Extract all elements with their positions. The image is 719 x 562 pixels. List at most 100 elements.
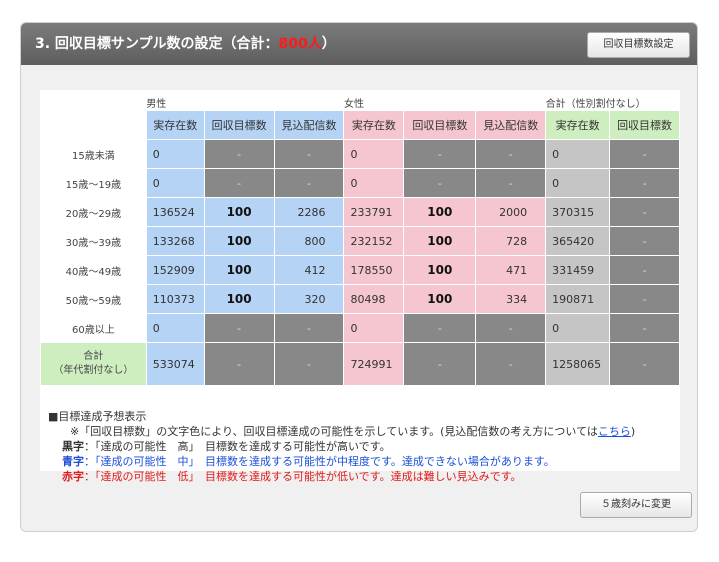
total-cell: - bbox=[475, 342, 547, 386]
row-label: 20歳～29歳 bbox=[40, 197, 147, 227]
title-suffix: ） bbox=[321, 36, 336, 52]
table-cell: 0 bbox=[145, 139, 205, 169]
table-cell: - bbox=[203, 313, 275, 343]
table-cell: 233791 bbox=[343, 197, 405, 227]
table-cell: - bbox=[609, 139, 680, 169]
table-row: 20歳～29歳 136524 100 2286 233791 100 2000 370315- bbox=[40, 197, 680, 227]
table-cell: 100 bbox=[203, 255, 275, 285]
table-cell: 0 bbox=[145, 313, 205, 343]
table-cell: - bbox=[203, 168, 275, 198]
notes-heading: ■目標達成予想表示 bbox=[48, 410, 147, 423]
table-cell: - bbox=[609, 255, 680, 285]
table-cell: - bbox=[273, 168, 345, 198]
table-cell: 412 bbox=[273, 255, 345, 285]
table-cell: 0 bbox=[145, 168, 205, 198]
table-cell: - bbox=[273, 139, 345, 169]
col-header: 回収目標数 bbox=[403, 110, 477, 140]
col-header: 回収目標数 bbox=[609, 110, 680, 140]
row-label: 50歳～59歳 bbox=[40, 284, 147, 314]
col-header: 実存在数 bbox=[343, 110, 405, 140]
table-row: 30歳～39歳 133268 100 800 232152 100 728 365420- bbox=[40, 226, 680, 256]
corner-cell bbox=[41, 90, 147, 111]
table-cell: 100 bbox=[403, 197, 477, 227]
explain-link[interactable]: こちら bbox=[598, 425, 631, 438]
table-cell: 0 bbox=[343, 139, 405, 169]
notes-explain: ※「回収目標数」の文字色により、回収目標達成の可能性を示しています。(見込配信数… bbox=[48, 424, 697, 439]
table-cell: 320 bbox=[273, 284, 345, 314]
black-key: 黒字 bbox=[62, 440, 84, 453]
table-cell: - bbox=[273, 313, 345, 343]
note-black: 黒字：「達成の可能性 高」 目標数を達成する可能性が高いです。 bbox=[48, 439, 697, 454]
red-text: ：「達成の可能性 低」 目標数を達成する可能性が低いです。達成は難しい見込みです… bbox=[84, 470, 522, 483]
total-label: 合計 （年代割付なし） bbox=[40, 342, 147, 386]
table-row: 15歳未満 0- -0- -0- bbox=[40, 139, 680, 169]
table-cell: 800 bbox=[273, 226, 345, 256]
group-total: 合計（性別割付なし） bbox=[545, 99, 646, 110]
col-header: 見込配信数 bbox=[475, 110, 547, 140]
total-cell: 724991 bbox=[343, 342, 405, 386]
table-cell: 2000 bbox=[475, 197, 547, 227]
table-cell: 100 bbox=[203, 197, 275, 227]
corner-cell-2 bbox=[40, 110, 147, 140]
panel-header: 3. 回収目標サンプル数の設定（合計：800人） 回収目標数設定 bbox=[21, 23, 697, 65]
table-cell: - bbox=[475, 168, 547, 198]
row-label: 15歳～19歳 bbox=[40, 168, 147, 198]
table-cell: 133268 bbox=[145, 226, 205, 256]
table-cell: 178550 bbox=[343, 255, 405, 285]
total-cell: 1258065 bbox=[545, 342, 611, 386]
table-cell: - bbox=[403, 139, 477, 169]
group-female: 女性 bbox=[343, 99, 364, 110]
row-label: 60歳以上 bbox=[40, 313, 147, 343]
total-row: 合計 （年代割付なし） 533074- -724991- -1258065- bbox=[40, 342, 680, 386]
table-cell: 0 bbox=[545, 313, 611, 343]
title-prefix: 3. 回収目標サンプル数の設定（合計： bbox=[35, 36, 279, 52]
total-cell: - bbox=[609, 342, 680, 386]
table-body: 15歳未満 0- -0- -0-15歳～19歳 0- -0- -0-20歳～29歳 13652… bbox=[40, 139, 680, 386]
table-cell: 334 bbox=[475, 284, 547, 314]
table-cell: - bbox=[203, 139, 275, 169]
table-cell: - bbox=[609, 168, 680, 198]
table-cell: - bbox=[403, 168, 477, 198]
total-cell: - bbox=[273, 342, 345, 386]
table-cell: - bbox=[609, 226, 680, 256]
table-cell: - bbox=[609, 284, 680, 314]
change-to-5-year-button[interactable]: ５歳刻みに変更 bbox=[580, 492, 692, 518]
table-cell: - bbox=[609, 197, 680, 227]
table-cell: - bbox=[475, 139, 547, 169]
table-row: 15歳～19歳 0- -0- -0- bbox=[40, 168, 680, 198]
table-cell: 370315 bbox=[545, 197, 611, 227]
table-cell: 0 bbox=[343, 313, 405, 343]
panel-title: 3. 回収目標サンプル数の設定（合計：800人） bbox=[35, 33, 336, 53]
total-cell: - bbox=[403, 342, 477, 386]
table-cell: - bbox=[403, 313, 477, 343]
table-cell: 100 bbox=[403, 255, 477, 285]
table-cell: 100 bbox=[403, 226, 477, 256]
red-key: 赤字 bbox=[62, 470, 84, 483]
table-row: 50歳～59歳 110373 100 320 80498 100 334 190871- bbox=[40, 284, 680, 314]
table-cell: 100 bbox=[203, 226, 275, 256]
col-header: 見込配信数 bbox=[273, 110, 345, 140]
total-label-line2: （年代割付なし） bbox=[53, 365, 134, 376]
notes: ■目標達成予想表示 ※「回収目標数」の文字色により、回収目標達成の可能性を示して… bbox=[48, 409, 697, 484]
table-cell: 136524 bbox=[145, 197, 205, 227]
table-cell: 331459 bbox=[545, 255, 611, 285]
blue-text: ：「達成の可能性 中」 目標数を達成する可能性が中程度です。達成できない場合があ… bbox=[84, 455, 555, 468]
title-total-value: 800人 bbox=[278, 36, 322, 52]
table-row: 60歳以上 0- -0- -0- bbox=[40, 313, 680, 343]
blue-key: 青字 bbox=[62, 455, 84, 468]
group-header-row: 男性 女性 合計（性別割付なし） bbox=[41, 90, 680, 111]
table-cell: 100 bbox=[403, 284, 477, 314]
table-cell: 365420 bbox=[545, 226, 611, 256]
table-cell: 232152 bbox=[343, 226, 405, 256]
explain-close: ) bbox=[630, 425, 636, 438]
table-cell: 0 bbox=[545, 168, 611, 198]
set-target-button[interactable]: 回収目標数設定 bbox=[587, 32, 690, 58]
table-cell: 152909 bbox=[145, 255, 205, 285]
table-cell: 728 bbox=[475, 226, 547, 256]
table-cell: 100 bbox=[203, 284, 275, 314]
row-label: 40歳～49歳 bbox=[40, 255, 147, 285]
total-cell: - bbox=[203, 342, 275, 386]
table-cell: 0 bbox=[545, 139, 611, 169]
table-cell: 0 bbox=[343, 168, 405, 198]
black-text: ：「達成の可能性 高」 目標数を達成する可能性が高いです。 bbox=[84, 440, 391, 453]
